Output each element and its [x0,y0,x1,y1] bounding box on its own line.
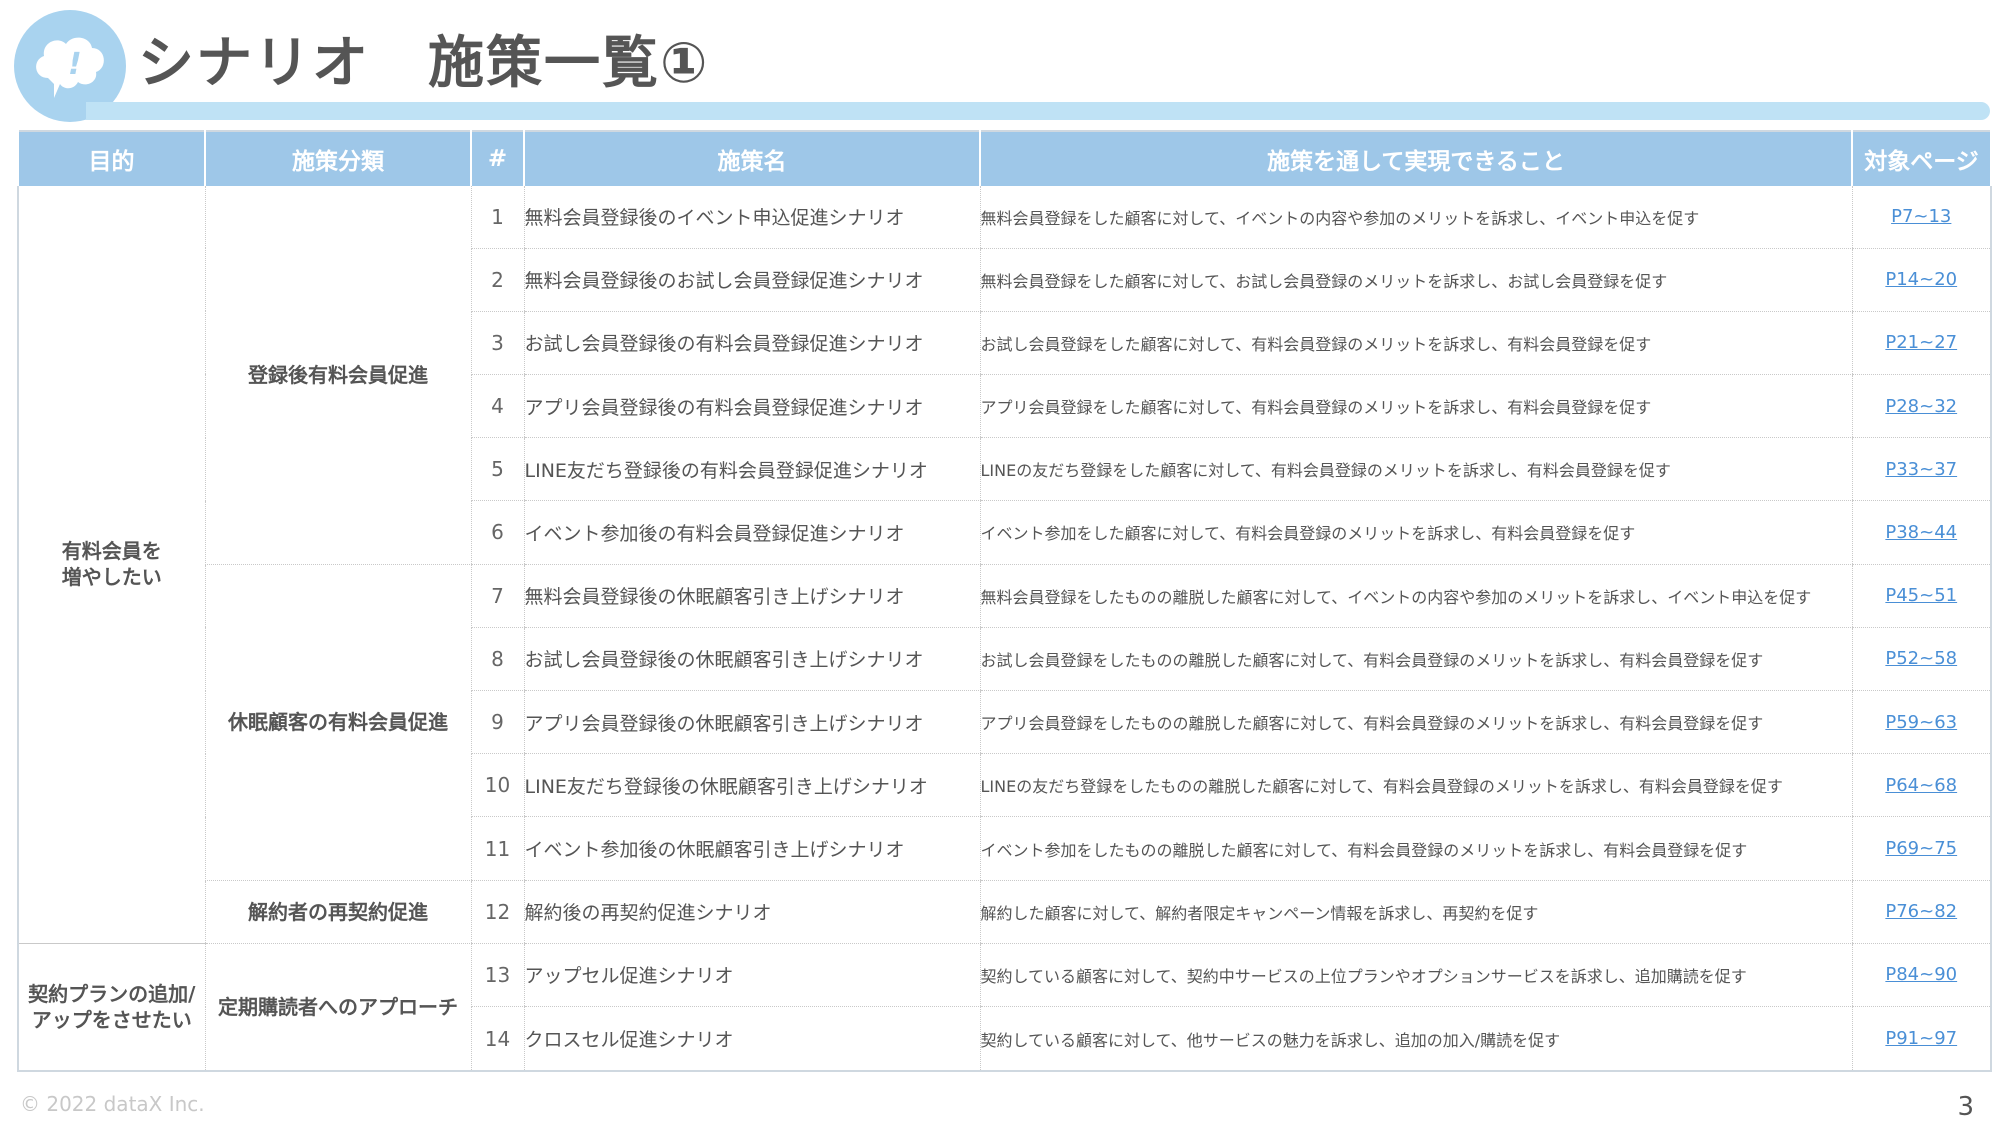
category-cell: 登録後有料会員促進 [204,186,471,565]
measure-name: アプリ会員登録後の休眠顧客引き上げシナリオ [523,690,980,755]
table-row: 休眠顧客の有料会員促進 7 無料会員登録後の休眠顧客引き上げシナリオ 無料会員登… [18,564,1991,881]
target-page-link[interactable]: P69~75 [1885,838,1957,859]
measure-name: イベント参加後の休眠顧客引き上げシナリオ [523,816,980,881]
measure-outcome: アプリ会員登録をしたものの離脱した顧客に対して、有料会員登録のメリットを訴求し、… [979,690,1852,755]
measure-name: アップセル促進シナリオ [523,943,980,1008]
row-number: 13 [470,943,524,1008]
measure-name: LINE友だち登録後の休眠顧客引き上げシナリオ [523,753,980,818]
page-number: 3 [1957,1092,1974,1122]
svg-text:!: ! [68,47,82,82]
measure-outcome: LINEの友だち登録をしたものの離脱した顧客に対して、有料会員登録のメリットを訴… [979,753,1852,818]
measure-name: アプリ会員登録後の有料会員登録促進シナリオ [523,374,980,439]
measure-name: 解約後の再契約促進シナリオ [523,880,980,944]
measure-name: 無料会員登録後のお試し会員登録促進シナリオ [523,248,980,312]
row-number: 1 [470,186,524,249]
row-number: 7 [470,564,524,628]
target-page-link[interactable]: P21~27 [1885,332,1957,353]
measure-outcome: お試し会員登録をしたものの離脱した顧客に対して、有料会員登録のメリットを訴求し、… [979,627,1852,692]
row-number: 11 [470,816,524,881]
thought-bubble-exclamation-icon: ! [36,37,104,98]
measure-outcome: 無料会員登録をしたものの離脱した顧客に対して、イベントの内容や参加のメリットを訴… [979,564,1852,628]
target-page-link[interactable]: P64~68 [1885,775,1957,796]
measure-name: イベント参加後の有料会員登録促進シナリオ [523,500,980,565]
target-page-link[interactable]: P45~51 [1885,585,1957,606]
target-page-link[interactable]: P7~13 [1891,206,1951,227]
row-number: 2 [470,248,524,312]
measure-name: お試し会員登録後の休眠顧客引き上げシナリオ [523,627,980,692]
row-number: 9 [470,690,524,755]
row-number: 14 [470,1006,524,1072]
measure-outcome: イベント参加をしたものの離脱した顧客に対して、有料会員登録のメリットを訴求し、有… [979,816,1852,881]
title-underline-bar [86,102,1990,120]
target-page-link[interactable]: P59~63 [1885,712,1957,733]
row-number: 4 [470,374,524,439]
measure-name: お試し会員登録後の有料会員登録促進シナリオ [523,311,980,375]
measure-outcome: お試し会員登録をした顧客に対して、有料会員登録のメリットを訴求し、有料会員登録を… [979,311,1852,375]
measure-outcome: イベント参加をした顧客に対して、有料会員登録のメリットを訴求し、有料会員登録を促… [979,500,1852,565]
measure-outcome: 契約している顧客に対して、契約中サービスの上位プランやオプションサービスを訴求し… [979,943,1852,1008]
target-page-link[interactable]: P14~20 [1885,269,1957,290]
header-measure-name: 施策名 [523,131,981,186]
measure-name: LINE友だち登録後の有料会員登録促進シナリオ [523,437,980,502]
measure-name: 無料会員登録後の休眠顧客引き上げシナリオ [523,564,980,628]
target-page-link[interactable]: P52~58 [1885,648,1957,669]
header-goal: 目的 [17,131,206,186]
target-page-link[interactable]: P84~90 [1885,964,1957,985]
table-row: 有料会員を 増やしたい 登録後有料会員促進 1 無料会員登録後のイベント申込促進… [17,186,1991,944]
measure-outcome: アプリ会員登録をした顧客に対して、有料会員登録のメリットを訴求し、有料会員登録を… [979,374,1852,439]
category-cell: 定期購読者へのアプローチ [204,943,471,1072]
goal-cell: 契約プランの追加/ アップをさせたい [17,943,205,1072]
header-target-page: 対象ページ [1851,131,1992,186]
table-header-row: 目的 施策分類 # 施策名 施策を通して実現できること 対象ページ [17,131,1992,186]
row-number: 10 [470,753,524,818]
measure-name: クロスセル促進シナリオ [523,1006,980,1072]
header-number: # [470,131,525,186]
row-number: 12 [470,880,524,944]
measure-outcome: 契約している顧客に対して、他サービスの魅力を訴求し、追加の加入/購読を促す [979,1006,1852,1072]
table-row: 解約者の再契約促進 12 解約後の再契約促進シナリオ 解約した顧客に対して、解約… [18,880,1991,944]
copyright-text: © 2022 dataX Inc. [20,1092,205,1116]
row-number: 3 [470,311,524,375]
measure-outcome: 無料会員登録をした顧客に対して、お試し会員登録のメリットを訴求し、お試し会員登録… [979,248,1852,312]
measure-outcome: 解約した顧客に対して、解約者限定キャンペーン情報を訴求し、再契約を促す [979,880,1852,944]
measures-table: 目的 施策分類 # 施策名 施策を通して実現できること 対象ページ 有料会員を … [17,130,1992,1072]
target-page-link[interactable]: P76~82 [1885,901,1957,922]
measure-outcome: 無料会員登録をした顧客に対して、イベントの内容や参加のメリットを訴求し、イベント… [979,186,1852,249]
measure-name: 無料会員登録後のイベント申込促進シナリオ [523,186,980,249]
goal-cell: 有料会員を 増やしたい [17,186,205,944]
row-number: 5 [470,437,524,502]
target-page-link[interactable]: P91~97 [1885,1028,1957,1049]
target-page-link[interactable]: P38~44 [1885,522,1957,543]
measure-outcome: LINEの友だち登録をした顧客に対して、有料会員登録のメリットを訴求し、有料会員… [979,437,1852,502]
target-page-link[interactable]: P33~37 [1885,459,1957,480]
row-number: 6 [470,500,524,565]
category-cell: 解約者の再契約促進 [204,880,471,944]
header-category: 施策分類 [204,131,472,186]
category-cell: 休眠顧客の有料会員促進 [204,564,471,881]
page-title: シナリオ 施策一覧① [138,31,710,96]
header-outcome: 施策を通して実現できること [979,131,1853,186]
target-page-link[interactable]: P28~32 [1885,396,1957,417]
table-row: 契約プランの追加/ アップをさせたい 定期購読者へのアプローチ 13 アップセル… [17,943,1991,1072]
row-number: 8 [470,627,524,692]
